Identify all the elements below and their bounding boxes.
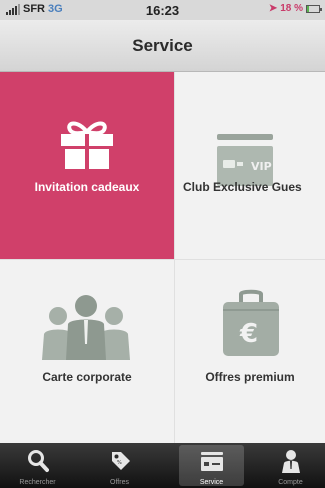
location-arrow-icon: ➤: [268, 3, 278, 14]
grid-divider-vertical: [174, 72, 175, 443]
euro-suitcase-icon: €: [223, 289, 279, 356]
battery-fill: [307, 5, 310, 12]
tab-offres[interactable]: % Offres: [87, 443, 152, 488]
navigation-bar: Service: [0, 20, 325, 72]
tile-carte-corporate[interactable]: Carte corporate: [0, 260, 174, 443]
tile-invitation-cadeaux[interactable]: Invitation cadeaux: [0, 72, 174, 259]
people-group-icon: [42, 295, 130, 360]
tile-offres-premium[interactable]: € Offres premium: [175, 260, 325, 443]
status-bar: SFR 3G 16:23 ➤ 18 %: [0, 0, 325, 20]
svg-text:€: €: [239, 319, 258, 349]
tile-label: Carte corporate: [42, 370, 132, 384]
tile-label: Club Exclusive Gues: [183, 180, 302, 194]
tab-label: Compte: [278, 479, 303, 486]
battery-percent: 18 %: [280, 3, 303, 14]
tab-service[interactable]: Service: [179, 445, 244, 486]
tab-label: Rechercher: [19, 479, 56, 486]
tile-label: Offres premium: [205, 370, 295, 384]
grid-divider-horizontal: [0, 259, 325, 260]
page-title: Service: [132, 36, 193, 55]
gift-icon: [61, 121, 113, 169]
status-right: ➤ 18 %: [268, 3, 322, 14]
card-icon: [200, 452, 223, 471]
tab-label: Offres: [110, 479, 129, 486]
svg-text:VIP: VIP: [251, 160, 272, 173]
battery-icon: [306, 4, 322, 13]
tab-bar: Rechercher % Offres Service Compte: [0, 443, 325, 488]
tag-icon: %: [111, 452, 130, 470]
tab-compte[interactable]: Compte: [258, 443, 323, 488]
search-icon: [27, 450, 49, 472]
tab-rechercher[interactable]: Rechercher: [5, 443, 70, 488]
service-grid: Invitation cadeaux VIP Club Exclusive Gu…: [0, 72, 325, 443]
tab-label: Service: [199, 479, 224, 486]
svg-text:%: %: [117, 460, 122, 466]
person-icon: [281, 450, 300, 473]
tile-club-exclusive[interactable]: VIP Club Exclusive Gues: [175, 72, 325, 259]
tile-label: Invitation cadeaux: [34, 180, 140, 194]
